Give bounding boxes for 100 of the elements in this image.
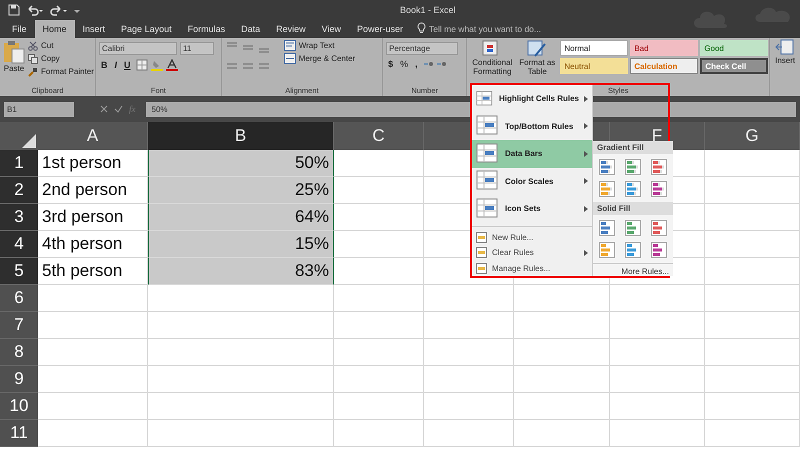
window-title: Book1 - Excel: [400, 5, 456, 15]
triangle-icon: [22, 134, 36, 148]
menu-item[interactable]: Manage Rules...: [472, 260, 592, 276]
data-bar-icon[interactable]: [599, 181, 615, 197]
data-bar-icon[interactable]: [625, 159, 641, 175]
table-cell: 15%: [148, 231, 334, 258]
save-icon[interactable]: [8, 4, 20, 16]
undo-icon[interactable]: [26, 4, 44, 16]
wrap-text-icon: [284, 40, 296, 51]
select-all-corner[interactable]: [0, 122, 38, 150]
data-bar-icon[interactable]: [599, 242, 615, 258]
column-header[interactable]: A: [38, 122, 148, 150]
row-header[interactable]: 5: [0, 258, 38, 285]
percent-button[interactable]: %: [398, 59, 410, 69]
copy-icon: [28, 54, 38, 64]
row-header[interactable]: 2: [0, 177, 38, 204]
fill-color-icon[interactable]: [150, 59, 163, 71]
cell-style-button[interactable]: Bad: [630, 40, 698, 56]
tell-me-field[interactable]: Tell me what you want to do...: [429, 22, 610, 36]
ribbon-tab[interactable]: Home: [34, 20, 75, 38]
merge-icon: [284, 53, 296, 64]
font-color-icon[interactable]: [166, 59, 178, 71]
menu-item[interactable]: Highlight Cells Rules: [472, 85, 592, 113]
font-name-field[interactable]: Calibri: [99, 42, 177, 55]
row-header[interactable]: 9: [0, 366, 38, 393]
paintbrush-icon: [28, 66, 38, 76]
more-rules-item[interactable]: More Rules...: [593, 263, 673, 279]
menu-item[interactable]: New Rule...: [472, 230, 592, 246]
italic-button[interactable]: I: [112, 60, 120, 70]
bold-button[interactable]: B: [99, 60, 110, 70]
number-format-field[interactable]: Percentage: [386, 42, 458, 55]
data-bar-icon[interactable]: [625, 181, 641, 197]
conditional-formatting-button[interactable]: Conditional Formatting: [470, 40, 514, 76]
format-painter-button[interactable]: Format Painter: [40, 66, 95, 77]
ribbon-tab[interactable]: File: [4, 20, 35, 38]
data-bar-icon[interactable]: [625, 220, 641, 236]
cell-style-button[interactable]: Good: [700, 40, 768, 56]
row-header[interactable]: 3: [0, 204, 38, 231]
cell-style-button[interactable]: Neutral: [560, 58, 628, 74]
ribbon-tab[interactable]: Review: [268, 20, 314, 38]
insert-cells-icon: [775, 38, 796, 56]
section-heading: Solid Fill: [593, 202, 673, 215]
data-bar-icon[interactable]: [651, 159, 667, 175]
cut-button[interactable]: Cut: [40, 40, 54, 51]
copy-button[interactable]: Copy: [40, 53, 61, 64]
table-cell: 25%: [148, 177, 334, 204]
decimal-icon[interactable]: [422, 59, 447, 69]
font-size-field[interactable]: 11: [180, 42, 214, 55]
format-as-table-button[interactable]: Format as Table: [517, 40, 558, 76]
menu-item[interactable]: Data Bars: [472, 140, 592, 168]
row-header[interactable]: 4: [0, 231, 38, 258]
table-icon: [476, 115, 500, 138]
menu-item[interactable]: Top/Bottom Rules: [472, 112, 592, 140]
ribbon-tab[interactable]: Power-user: [349, 20, 412, 38]
redo-icon[interactable]: [50, 4, 68, 16]
insert-button[interactable]: Insert: [770, 38, 800, 96]
data-bar-icon[interactable]: [599, 159, 615, 175]
cancel-icon: [100, 105, 108, 113]
table-icon: [476, 170, 500, 192]
ribbon-tab[interactable]: Insert: [74, 20, 114, 38]
table-icon: [476, 247, 487, 258]
row-header[interactable]: 10: [0, 393, 38, 420]
menu-item[interactable]: Icon Sets: [472, 195, 592, 223]
ribbon-tab[interactable]: Formulas: [180, 20, 234, 38]
ribbon-tab[interactable]: Page Layout: [113, 20, 180, 38]
section-heading: Gradient Fill: [593, 141, 673, 154]
paste-button[interactable]: Paste: [3, 40, 25, 86]
data-bar-icon[interactable]: [599, 220, 615, 236]
data-bar-icon[interactable]: [651, 181, 667, 197]
row-header[interactable]: 1: [0, 150, 38, 177]
comma-button[interactable]: ,: [413, 59, 420, 69]
row-header[interactable]: 6: [0, 285, 38, 312]
underline-button[interactable]: U: [122, 60, 133, 70]
data-bar-icon[interactable]: [651, 220, 667, 236]
data-bar-icon[interactable]: [625, 242, 641, 258]
column-header[interactable]: B: [148, 122, 334, 150]
currency-button[interactable]: $: [386, 59, 396, 69]
ribbon-tab[interactable]: View: [314, 20, 349, 38]
customize-icon[interactable]: [74, 7, 80, 13]
row-header[interactable]: 7: [0, 312, 38, 339]
data-bar-icon[interactable]: [651, 242, 667, 258]
table-icon: [476, 142, 500, 165]
wrap-text-button[interactable]: Wrap Text: [298, 40, 336, 51]
table-cell: 64%: [148, 204, 334, 231]
clipboard-icon: [3, 40, 25, 64]
scissors-icon: [28, 40, 38, 50]
merge-center-button[interactable]: Merge & Center: [298, 53, 356, 64]
table-icon: [476, 262, 487, 274]
check-icon: [114, 105, 123, 113]
column-header[interactable]: G: [705, 122, 800, 150]
cell-style-button[interactable]: Normal: [560, 40, 628, 56]
ribbon-tab[interactable]: Data: [233, 20, 268, 38]
name-box[interactable]: B1: [4, 102, 74, 116]
row-header[interactable]: 8: [0, 339, 38, 366]
column-header[interactable]: C: [334, 122, 424, 150]
menu-item[interactable]: Clear Rules: [472, 245, 592, 261]
table-brush-icon: [527, 40, 548, 58]
menu-item[interactable]: Color Scales: [472, 168, 592, 196]
borders-icon[interactable]: [136, 59, 148, 71]
row-header[interactable]: 11: [0, 420, 38, 447]
